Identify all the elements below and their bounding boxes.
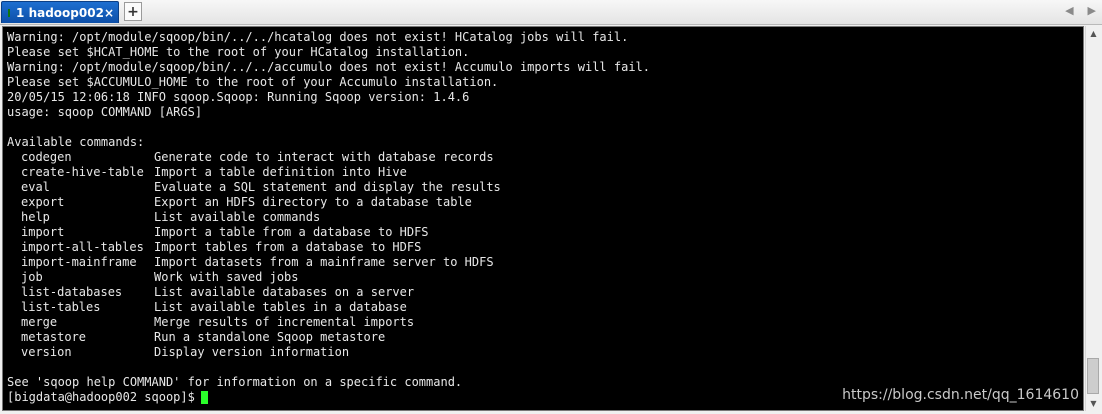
tab-navigation: ◀ ▶ bbox=[1065, 4, 1096, 17]
command-row: list-databases List available databases o… bbox=[7, 285, 650, 300]
close-tab-icon[interactable]: × bbox=[104, 6, 114, 20]
tab-label: 1 hadoop002 bbox=[16, 5, 104, 20]
command-row: import Import a table from a database to … bbox=[7, 225, 650, 240]
shell-prompt[interactable]: [bigdata@hadoop002 sqoop]$ bbox=[7, 390, 650, 405]
command-row: job Work with saved jobs bbox=[7, 270, 650, 285]
command-description: List available tables in a database bbox=[154, 300, 407, 314]
output-line: Warning: /opt/module/sqoop/bin/../../acc… bbox=[7, 60, 650, 74]
scroll-up-icon[interactable]: ▲ bbox=[1087, 26, 1100, 41]
command-row: help List available commands bbox=[7, 210, 650, 225]
tab-scroll-right-icon[interactable]: ▶ bbox=[1088, 4, 1096, 17]
command-name: metastore bbox=[21, 330, 87, 344]
output-line: usage: sqoop COMMAND [ARGS] bbox=[7, 105, 203, 119]
terminal-text: Warning: /opt/module/sqoop/bin/../../hca… bbox=[7, 30, 650, 405]
tab-scroll-left-icon[interactable]: ◀ bbox=[1065, 4, 1073, 17]
output-line: Warning: /opt/module/sqoop/bin/../../hca… bbox=[7, 30, 629, 44]
command-row: version Display version information bbox=[7, 345, 650, 360]
command-description: Generate code to interact with database … bbox=[154, 150, 494, 164]
command-description: Display version information bbox=[154, 345, 350, 359]
command-description: Import a table definition into Hive bbox=[154, 165, 407, 179]
command-row: codegen Generate code to interact with da… bbox=[7, 150, 650, 165]
output-line: Please set $HCAT_HOME to the root of you… bbox=[7, 45, 470, 59]
command-description: List available databases on a server bbox=[154, 285, 415, 299]
command-name: help bbox=[21, 210, 50, 224]
command-name: list-databases bbox=[21, 285, 123, 299]
help-hint-line: See 'sqoop help COMMAND' for information… bbox=[7, 375, 463, 389]
command-description: Evaluate a SQL statement and display the… bbox=[154, 180, 501, 194]
command-row: eval Evaluate a SQL statement and display… bbox=[7, 180, 650, 195]
command-description: Run a standalone Sqoop metastore bbox=[154, 330, 386, 344]
command-description: Import a table from a database to HDFS bbox=[154, 225, 429, 239]
command-name: create-hive-table bbox=[21, 165, 144, 179]
prompt-text: [bigdata@hadoop002 sqoop]$ bbox=[7, 390, 195, 404]
command-name: version bbox=[21, 345, 72, 359]
command-row: metastore Run a standalone Sqoop metastor… bbox=[7, 330, 650, 345]
command-description: Export an HDFS directory to a database t… bbox=[154, 195, 472, 209]
available-commands-heading: Available commands: bbox=[7, 135, 145, 149]
session-tab-hadoop002[interactable]: 1 hadoop002 × bbox=[1, 1, 119, 23]
command-description: Import tables from a database to HDFS bbox=[154, 240, 422, 254]
command-description: Import datasets from a mainframe server … bbox=[154, 255, 494, 269]
output-line: 20/05/15 12:06:18 INFO sqoop.Sqoop: Runn… bbox=[7, 90, 470, 104]
command-name: eval bbox=[21, 180, 50, 194]
tab-bar: 1 hadoop002 × + ◀ ▶ bbox=[0, 0, 1102, 25]
command-description: Merge results of incremental imports bbox=[154, 315, 415, 329]
command-name: job bbox=[21, 270, 43, 284]
command-name: import-all-tables bbox=[21, 240, 144, 254]
command-row: list-tables List available tables in a da… bbox=[7, 300, 650, 315]
command-name: merge bbox=[21, 315, 58, 329]
watermark-url: https://blog.csdn.net/qq_1614610 bbox=[842, 387, 1079, 403]
command-description: List available commands bbox=[154, 210, 321, 224]
command-name: export bbox=[21, 195, 65, 209]
output-line: Please set $ACCUMULO_HOME to the root of… bbox=[7, 75, 499, 89]
command-row: merge Merge results of incremental import… bbox=[7, 315, 650, 330]
command-row: import-mainframe Import datasets from a m… bbox=[7, 255, 650, 270]
text-cursor bbox=[200, 391, 208, 404]
scroll-down-icon[interactable]: ▼ bbox=[1087, 396, 1100, 411]
command-row: export Export an HDFS directory to a data… bbox=[7, 195, 650, 210]
command-row: create-hive-table Import a table definiti… bbox=[7, 165, 650, 180]
command-name: codegen bbox=[21, 150, 72, 164]
add-tab-button[interactable]: + bbox=[124, 2, 142, 21]
command-description: Work with saved jobs bbox=[154, 270, 299, 284]
terminal-output[interactable]: Warning: /opt/module/sqoop/bin/../../hca… bbox=[2, 26, 1084, 411]
command-row: import-all-tables Import tables from a da… bbox=[7, 240, 650, 255]
command-name: import-mainframe bbox=[21, 255, 137, 269]
command-name: list-tables bbox=[21, 300, 101, 314]
scrollbar-thumb[interactable] bbox=[1087, 358, 1099, 394]
connection-status-icon bbox=[8, 8, 11, 17]
command-name: import bbox=[21, 225, 65, 239]
vertical-scrollbar[interactable]: ▲ ▼ bbox=[1085, 26, 1100, 411]
